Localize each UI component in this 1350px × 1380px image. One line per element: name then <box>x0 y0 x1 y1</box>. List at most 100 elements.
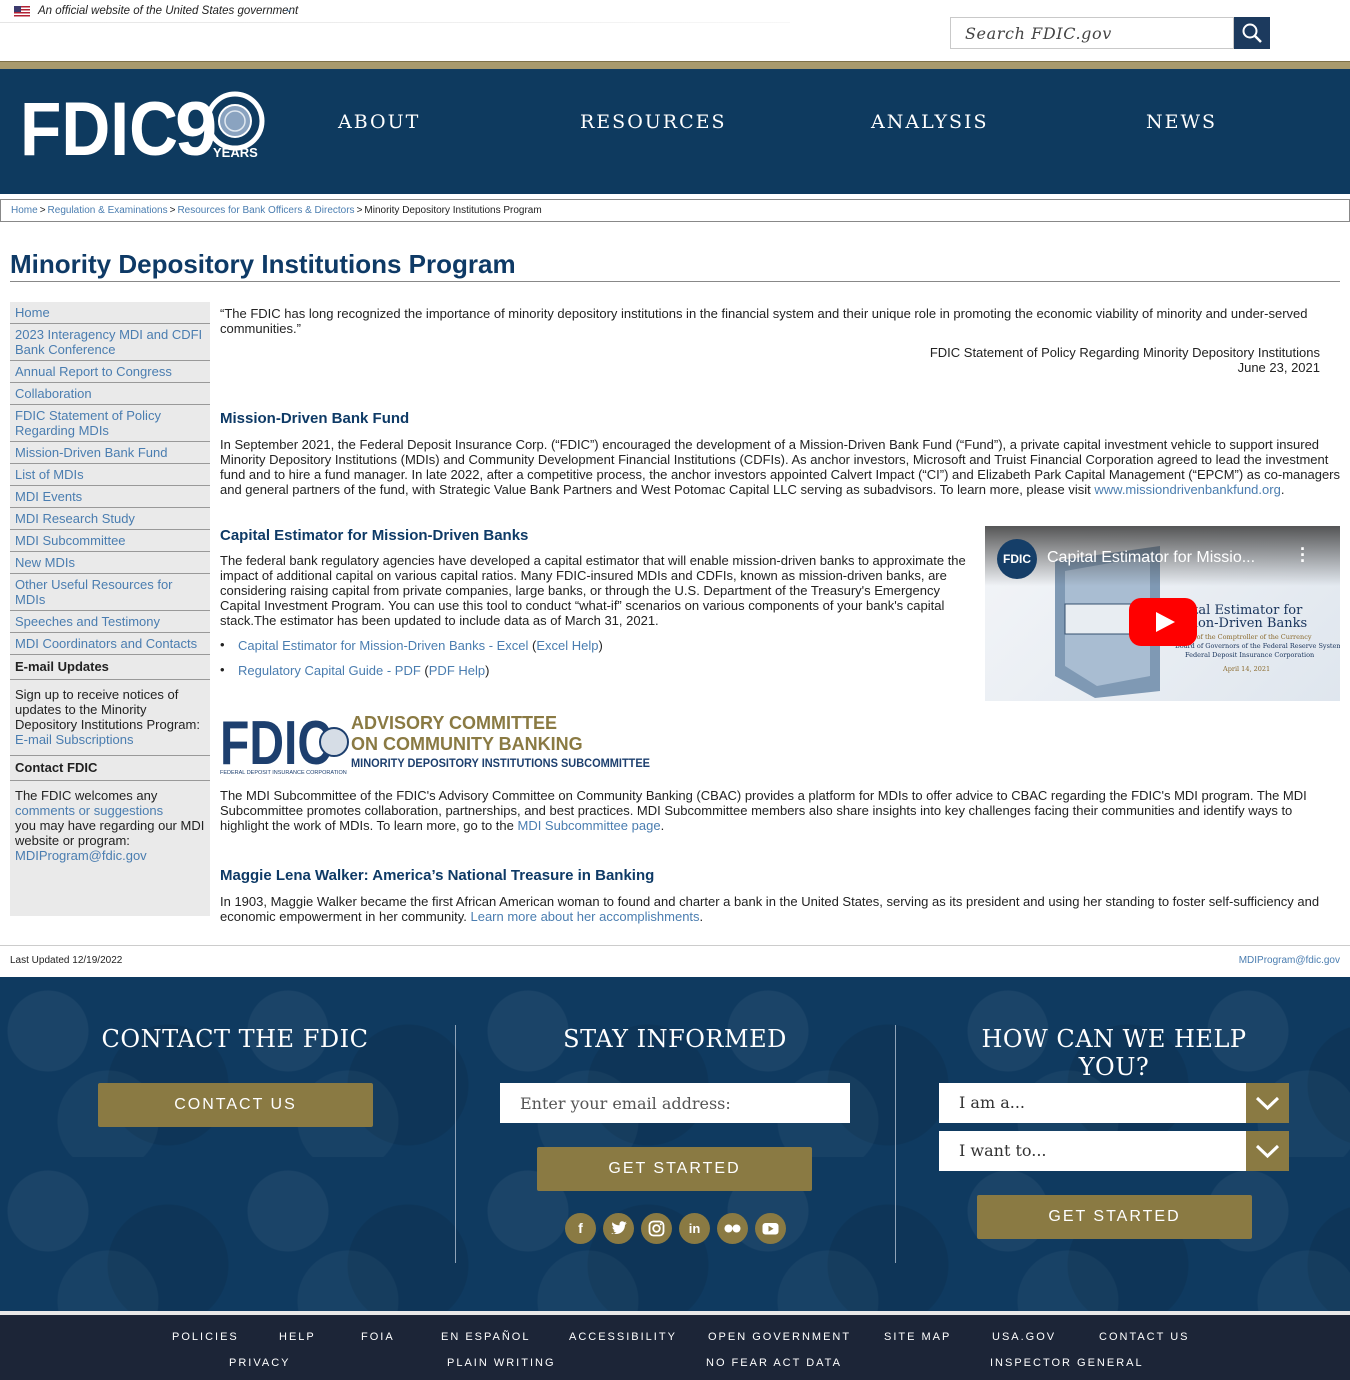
chevron-down-icon <box>1246 1131 1289 1171</box>
footer-mdi-email-link[interactable]: MDIProgram@fdic.gov <box>1239 955 1340 966</box>
sidebar-item-coordinators[interactable]: MDI Coordinators and Contacts <box>10 633 210 655</box>
sidebar-item-subcommittee[interactable]: MDI Subcommittee <box>10 530 210 552</box>
sidebar-item-research-study[interactable]: MDI Research Study <box>10 508 210 530</box>
walker-text: In 1903, Maggie Walker became the first … <box>220 894 1320 924</box>
svg-text:FDIC: FDIC <box>220 712 332 776</box>
no-fear-act-link[interactable]: NO FEAR ACT DATA <box>706 1357 842 1369</box>
policy-quote: “The FDIC has long recognized the import… <box>220 306 1308 336</box>
bottom-contact-us-link[interactable]: CONTACT US <box>1099 1331 1190 1343</box>
footer-divider <box>455 1025 456 1263</box>
sidebar-item-events[interactable]: MDI Events <box>10 486 210 508</box>
fund-website-link[interactable]: www.missiondrivenbankfund.org <box>1094 482 1280 497</box>
sidebar-email-text: Sign up to receive notices of updates to… <box>15 687 200 732</box>
search-icon <box>1242 23 1262 43</box>
channel-avatar[interactable]: FDIC <box>997 539 1037 579</box>
email-subscriptions-link[interactable]: E-mail Subscriptions <box>15 732 134 747</box>
youtube-play-icon[interactable] <box>1129 598 1197 646</box>
svg-text:Federal Deposit Insurance Corp: Federal Deposit Insurance Corporation <box>1185 651 1314 659</box>
sidebar-item-new-mdis[interactable]: New MDIs <box>10 552 210 574</box>
fund-heading: Mission-Driven Bank Fund <box>220 410 410 427</box>
site-footer: CONTACT THE FDIC CONTACT US STAY INFORME… <box>0 977 1350 1311</box>
nav-about[interactable]: ABOUT <box>338 111 420 133</box>
search-button[interactable] <box>1234 17 1270 49</box>
privacy-link[interactable]: PRIVACY <box>229 1357 290 1369</box>
linkedin-icon[interactable]: in <box>679 1213 710 1244</box>
usa-gov-link[interactable]: USA.GOV <box>992 1331 1056 1343</box>
svg-text:9: 9 <box>175 87 217 162</box>
sidebar-item-policy-statement[interactable]: FDIC Statement of Policy Regarding MDIs <box>10 405 210 442</box>
video-title[interactable]: Capital Estimator for Missio... <box>1047 549 1255 567</box>
open-government-link[interactable]: OPEN GOVERNMENT <box>708 1331 851 1343</box>
cbac-text: The MDI Subcommittee of the FDIC's Advis… <box>220 788 1307 833</box>
svg-text:FEDERAL DEPOSIT INSURANCE CORP: FEDERAL DEPOSIT INSURANCE CORPORATION <box>220 770 347 776</box>
newsletter-get-started-button[interactable]: GET STARTED <box>537 1147 812 1191</box>
twitter-icon[interactable] <box>603 1213 634 1244</box>
accessibility-link[interactable]: ACCESSIBILITY <box>569 1331 677 1343</box>
sidebar-email-heading: E-mail Updates <box>10 655 210 680</box>
walker-paragraph: In 1903, Maggie Walker became the first … <box>220 894 1320 924</box>
youtube-icon[interactable] <box>755 1213 786 1244</box>
youtube-video-embed[interactable]: Capital Estimator for Mission-Driven Ban… <box>985 526 1340 701</box>
sidebar: Home 2023 Interagency MDI and CDFI Bank … <box>10 302 210 916</box>
stay-informed-title: STAY INFORMED <box>563 1025 787 1053</box>
search-input[interactable] <box>950 17 1234 49</box>
mdi-subcommittee-link[interactable]: MDI Subcommittee page <box>517 818 660 833</box>
breadcrumb-resources[interactable]: Resources for Bank Officers & Directors <box>177 205 354 216</box>
nav-analysis[interactable]: ANALYSIS <box>871 111 989 133</box>
sidebar-item-list-of-mdis[interactable]: List of MDIs <box>10 464 210 486</box>
more-options-icon[interactable]: · · · <box>1300 540 1306 570</box>
fdic-90-years-logo[interactable]: FDIC 9 YEARS <box>20 87 270 162</box>
excel-help-link[interactable]: Excel Help <box>536 638 598 653</box>
chevron-down-icon[interactable]: ⌄ <box>284 2 293 15</box>
sidebar-email-block: Sign up to receive notices of updates to… <box>10 680 210 756</box>
help-link[interactable]: HELP <box>279 1331 316 1343</box>
sidebar-item-bank-fund[interactable]: Mission-Driven Bank Fund <box>10 442 210 464</box>
sidebar-item-other-resources[interactable]: Other Useful Resources for MDIs <box>10 574 210 611</box>
sidebar-item-collaboration[interactable]: Collaboration <box>10 383 210 405</box>
policies-link[interactable]: POLICIES <box>172 1331 239 1343</box>
flickr-icon[interactable] <box>717 1213 748 1244</box>
sidebar-item-conference[interactable]: 2023 Interagency MDI and CDFI Bank Confe… <box>10 324 210 361</box>
gold-divider <box>0 61 1350 69</box>
capital-guide-pdf-link[interactable]: Regulatory Capital Guide - PDF <box>238 663 421 678</box>
comments-link[interactable]: comments or suggestions <box>15 803 163 818</box>
breadcrumb-regulation[interactable]: Regulation & Examinations <box>48 205 168 216</box>
breadcrumb-home[interactable]: Home <box>11 205 38 216</box>
contact-us-button[interactable]: CONTACT US <box>98 1083 373 1127</box>
sidebar-contact-text: The FDIC welcomes any <box>15 788 158 803</box>
list-item: Capital Estimator for Mission-Driven Ban… <box>220 637 603 653</box>
sidebar-contact-email[interactable]: MDIProgram@fdic.gov <box>15 848 147 863</box>
foia-link[interactable]: FOIA <box>361 1331 395 1343</box>
sidebar-contact-heading: Contact FDIC <box>10 756 210 781</box>
contact-fdic-title: CONTACT THE FDIC <box>101 1025 369 1053</box>
quote-source-text: FDIC Statement of Policy Regarding Minor… <box>929 345 1320 360</box>
nav-resources[interactable]: RESOURCES <box>580 111 727 133</box>
instagram-icon[interactable] <box>641 1213 672 1244</box>
sidebar-item-home[interactable]: Home <box>10 302 210 324</box>
pdf-help-link[interactable]: PDF Help <box>429 663 485 678</box>
i-am-a-select[interactable]: I am a... <box>939 1083 1289 1123</box>
walker-learn-more-link[interactable]: Learn more about her accomplishments <box>470 909 699 924</box>
list-item: Regulatory Capital Guide - PDF (PDF Help… <box>220 662 489 678</box>
sidebar-contact-text-2: you may have regarding our MDI website o… <box>15 818 205 848</box>
estimator-excel-link[interactable]: Capital Estimator for Mission-Driven Ban… <box>238 638 528 653</box>
svg-text:April 14, 2021: April 14, 2021 <box>1222 665 1270 673</box>
i-want-to-label: I want to... <box>959 1141 1047 1160</box>
inspector-general-link[interactable]: INSPECTOR GENERAL <box>990 1357 1144 1369</box>
search-form <box>950 17 1270 49</box>
newsletter-email-input[interactable] <box>500 1083 850 1123</box>
fund-paragraph: In September 2021, the Federal Deposit I… <box>220 437 1341 497</box>
chevron-down-icon <box>1246 1083 1289 1123</box>
nav-news[interactable]: NEWS <box>1146 111 1217 133</box>
help-get-started-button[interactable]: GET STARTED <box>977 1195 1252 1239</box>
sidebar-contact-block: The FDIC welcomes any comments or sugges… <box>10 781 210 871</box>
sidebar-item-speeches[interactable]: Speeches and Testimony <box>10 611 210 633</box>
site-map-link[interactable]: SITE MAP <box>884 1331 951 1343</box>
facebook-icon[interactable]: f <box>565 1213 596 1244</box>
cbac-mdi-subcommittee-logo: FDIC FEDERAL DEPOSIT INSURANCE CORPORATI… <box>220 712 650 776</box>
sidebar-item-annual-report[interactable]: Annual Report to Congress <box>10 361 210 383</box>
espanol-link[interactable]: EN ESPAÑOL <box>441 1331 531 1343</box>
i-want-to-select[interactable]: I want to... <box>939 1131 1289 1171</box>
last-updated: Last Updated 12/19/2022 <box>10 955 123 966</box>
plain-writing-link[interactable]: PLAIN WRITING <box>447 1357 556 1369</box>
